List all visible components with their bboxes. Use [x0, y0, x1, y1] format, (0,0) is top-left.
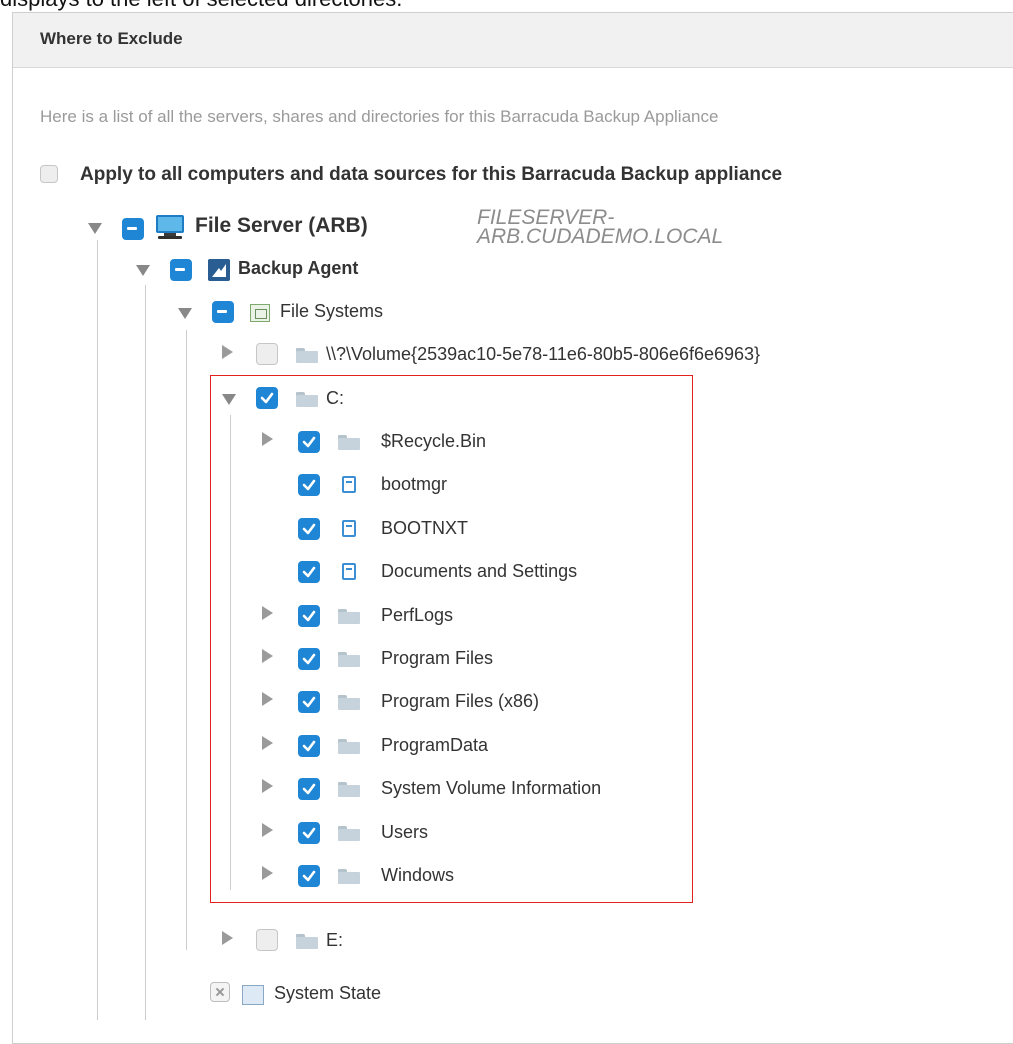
- collapse-arrow-icon[interactable]: [136, 265, 150, 276]
- drive-e-checkbox[interactable]: [256, 929, 278, 951]
- volume-label: \\?\Volume{2539ac10-5e78-11e6-80b5-806e6…: [326, 344, 761, 364]
- tree-node-backup-agent[interactable]: Backup Agent: [128, 256, 428, 284]
- tree-node-system-state[interactable]: System State: [172, 981, 472, 1009]
- panel-title: Where to Exclude: [40, 29, 183, 48]
- monitor-icon: [156, 215, 184, 239]
- tree-node-server[interactable]: File Server (ARB): [80, 214, 480, 242]
- tree-guide-line: [145, 285, 146, 1020]
- tree-node-volume[interactable]: \\?\Volume{2539ac10-5e78-11e6-80b5-806e6…: [218, 342, 958, 370]
- highlight-box: [210, 375, 693, 903]
- backup-agent-icon: [208, 259, 230, 281]
- system-state-checkbox: [210, 982, 230, 1002]
- file-systems-checkbox[interactable]: [212, 301, 234, 323]
- intro-text: Here is a list of all the servers, share…: [40, 107, 719, 126]
- apply-all-label: Apply to all computers and data sources …: [80, 164, 783, 185]
- tree-node-file-systems[interactable]: File Systems: [172, 299, 472, 327]
- collapse-arrow-icon[interactable]: [88, 223, 102, 234]
- system-state-label: System State: [274, 983, 382, 1003]
- system-state-icon: [242, 985, 264, 1005]
- tree-node-drive-e[interactable]: E:: [218, 928, 418, 956]
- expand-arrow-icon[interactable]: [222, 345, 233, 359]
- file-systems-label: File Systems: [280, 301, 384, 321]
- folder-icon: [296, 348, 318, 363]
- backup-agent-label: Backup Agent: [238, 258, 359, 278]
- file-systems-icon: [250, 304, 270, 322]
- volume-checkbox[interactable]: [256, 343, 278, 365]
- expand-arrow-icon[interactable]: [222, 931, 233, 945]
- server-checkbox[interactable]: [122, 218, 144, 240]
- panel-header: Where to Exclude: [13, 13, 1013, 68]
- folder-icon: [296, 934, 318, 949]
- top-instruction-text: displays to the left of selected directo…: [0, 0, 402, 12]
- drive-e-label: E:: [326, 930, 344, 950]
- tree-guide-line: [186, 330, 187, 950]
- collapse-arrow-icon[interactable]: [178, 308, 192, 319]
- apply-all-checkbox[interactable]: [40, 165, 58, 183]
- backup-agent-checkbox[interactable]: [170, 259, 192, 281]
- server-hostname: FILESERVER-ARB.CUDADEMO.LOCAL: [477, 206, 724, 248]
- server-label: File Server (ARB): [195, 214, 368, 237]
- tree-guide-line: [97, 240, 98, 1020]
